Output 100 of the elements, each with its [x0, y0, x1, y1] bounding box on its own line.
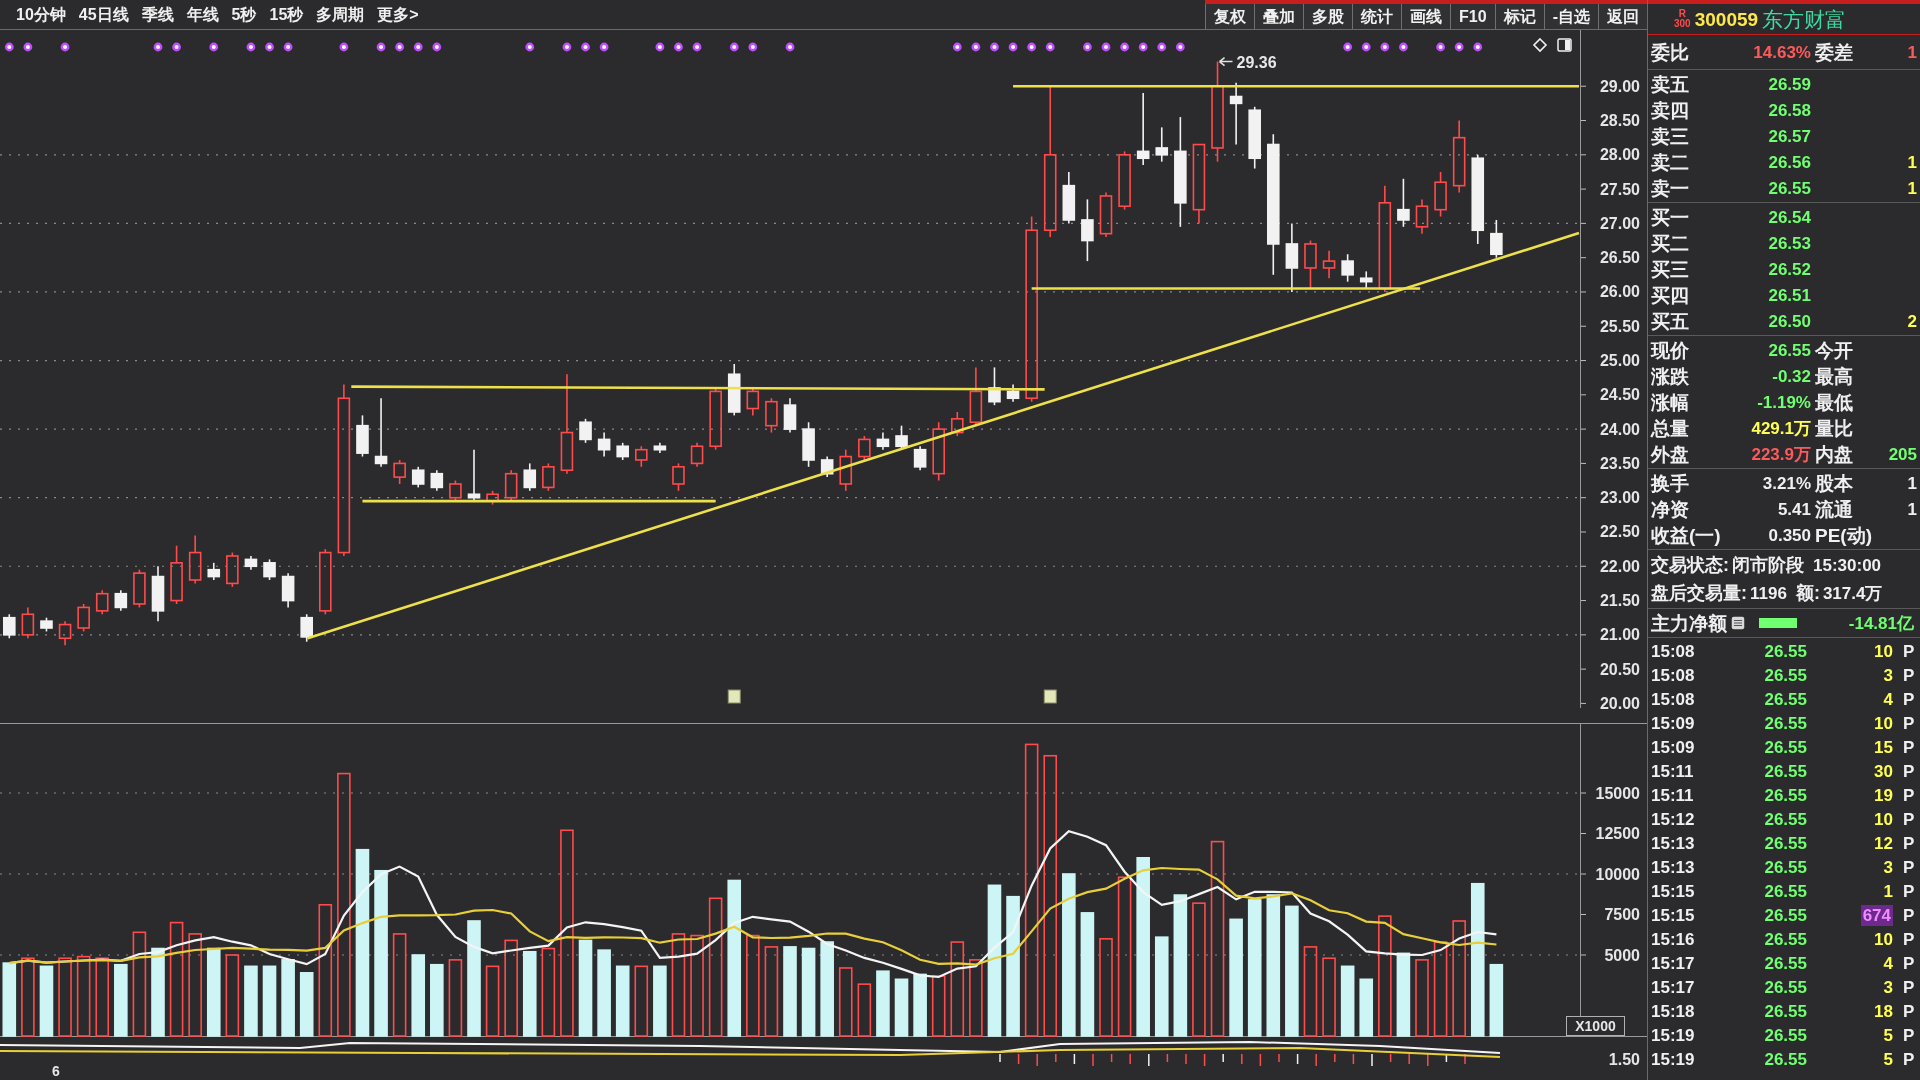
- bid-price: 26.52: [1767, 260, 1811, 278]
- axis-label: 23.50: [1599, 454, 1640, 472]
- trade-volume: 30: [1874, 762, 1893, 780]
- trade-side-label: P: [1902, 714, 1916, 732]
- trade-time: 15:16: [1651, 930, 1696, 948]
- trade-price: 26.55: [1763, 834, 1807, 852]
- event-marker-icon[interactable]: [727, 689, 741, 704]
- volume-bar: [262, 965, 277, 1037]
- status-time: 15:30:00: [1813, 556, 1882, 574]
- axis-label: 24.50: [1599, 386, 1640, 404]
- trade-side-label: P: [1902, 666, 1916, 684]
- ask-label: 卖四: [1651, 100, 1690, 120]
- toolbar-button[interactable]: 返回: [1598, 4, 1647, 29]
- period-tab[interactable]: 10分钟: [16, 6, 66, 23]
- volume-bar: [876, 970, 890, 1037]
- trade-price: 26.55: [1763, 930, 1807, 948]
- trade-price: 26.55: [1763, 858, 1807, 876]
- trade-time: 15:11: [1651, 786, 1695, 804]
- axis-label: 21.00: [1599, 626, 1640, 644]
- trade-side-label: P: [1902, 1002, 1916, 1020]
- trade-side-label: P: [1902, 930, 1916, 948]
- toolbar-button[interactable]: 标记: [1494, 4, 1544, 29]
- trade-time: 15:09: [1651, 738, 1696, 756]
- trade-volume: 674: [1860, 904, 1893, 926]
- order-diff-value: 1: [1906, 43, 1917, 61]
- ask-price: 26.55: [1767, 179, 1811, 197]
- trade-volume: 1: [1883, 882, 1893, 900]
- amount-label: 额:: [1795, 584, 1820, 602]
- toolbar-button[interactable]: -自选: [1543, 4, 1598, 29]
- trade-volume: 12: [1874, 834, 1893, 852]
- bid-price: 26.53: [1767, 234, 1811, 252]
- period-tab[interactable]: 15秒: [269, 6, 304, 23]
- main-flow-label: 主力净额: [1651, 613, 1727, 633]
- toolbar-button[interactable]: 画线: [1401, 4, 1451, 29]
- trade-side-label: P: [1902, 738, 1916, 756]
- trade-volume: 4: [1883, 954, 1893, 972]
- period-tab[interactable]: 季线: [141, 6, 174, 23]
- trade-price: 26.55: [1763, 882, 1807, 900]
- diamond-icon[interactable]: [1532, 37, 1548, 53]
- status-label: 交易状态:: [1651, 556, 1729, 574]
- period-tab[interactable]: 多周期: [316, 6, 365, 23]
- trade-volume: 3: [1883, 978, 1893, 996]
- toolbar-button[interactable]: 叠加: [1254, 4, 1304, 29]
- period-tab[interactable]: 45日线: [78, 6, 129, 23]
- trade-volume: 10: [1874, 810, 1893, 828]
- period-tab[interactable]: 更多>: [377, 6, 419, 23]
- toolbar-button[interactable]: 复权: [1205, 4, 1255, 29]
- axis-label: 7500: [1604, 906, 1640, 923]
- period-tab[interactable]: 年线: [186, 6, 219, 23]
- trade-time: 15:08: [1651, 666, 1696, 684]
- ask-label: 卖五: [1651, 74, 1690, 94]
- volume-bar: [615, 965, 630, 1037]
- event-marker-icon[interactable]: [1043, 689, 1057, 704]
- trade-time: 15:13: [1651, 858, 1696, 876]
- volume-bar: [913, 973, 927, 1037]
- trade-time: 15:11: [1651, 762, 1695, 780]
- status-value: 闭市阶段: [1732, 556, 1804, 574]
- panel-icon[interactable]: [1557, 38, 1572, 52]
- bid-price: 26.50: [1767, 312, 1811, 330]
- order-ratio-label: 委比: [1651, 42, 1690, 62]
- axis-label: 27.00: [1599, 214, 1640, 232]
- trade-price: 26.55: [1763, 642, 1807, 660]
- trade-price: 26.55: [1763, 714, 1807, 732]
- trade-time: 15:19: [1651, 1026, 1696, 1044]
- volume-bar: [485, 965, 500, 1037]
- bid-label: 买五: [1651, 311, 1690, 331]
- period-tab[interactable]: 5秒: [231, 6, 257, 23]
- ask-volume: 1: [1906, 153, 1917, 171]
- bid-price: 26.54: [1767, 208, 1811, 226]
- bid-volume: 2: [1906, 312, 1917, 330]
- fundamental-label: 收益(一): [1651, 525, 1722, 545]
- bid-label: 买四: [1651, 285, 1690, 305]
- toolbar-button[interactable]: 多股: [1303, 4, 1353, 29]
- toolbar-button[interactable]: 统计: [1352, 4, 1402, 29]
- fundamental-value: 0.350: [1767, 526, 1811, 544]
- trade-price: 26.55: [1763, 810, 1807, 828]
- after-hours-volume: 1196: [1750, 584, 1787, 602]
- order-diff-label: 委差: [1814, 42, 1854, 62]
- main-flow-value: -14.81亿: [1848, 614, 1914, 632]
- stat-label: 总量: [1651, 418, 1690, 438]
- trade-volume: 15: [1874, 738, 1893, 756]
- axis-label: 26.00: [1599, 283, 1640, 301]
- axis-label: 25.00: [1599, 352, 1640, 370]
- trade-time: 15:17: [1651, 954, 1696, 972]
- trade-volume: 3: [1883, 858, 1893, 876]
- axis-label: 25.50: [1599, 317, 1640, 335]
- trade-side-label: P: [1902, 906, 1916, 924]
- stat-label: 涨幅: [1651, 392, 1690, 412]
- list-icon[interactable]: [1731, 616, 1745, 630]
- trade-volume: 5: [1883, 1050, 1893, 1068]
- volume-bar: [931, 975, 946, 1037]
- after-hours-label: 盘后交易量:: [1651, 584, 1747, 602]
- trade-volume: 19: [1874, 786, 1893, 804]
- volume-bar: [1359, 978, 1374, 1037]
- fundamental-label: PE(动): [1814, 525, 1869, 545]
- trade-side-label: P: [1902, 978, 1916, 996]
- stat-value: 429.1万: [1750, 419, 1811, 437]
- toolbar-button[interactable]: F10: [1450, 4, 1495, 29]
- trade-price: 26.55: [1763, 906, 1807, 924]
- volume-bar: [894, 978, 909, 1037]
